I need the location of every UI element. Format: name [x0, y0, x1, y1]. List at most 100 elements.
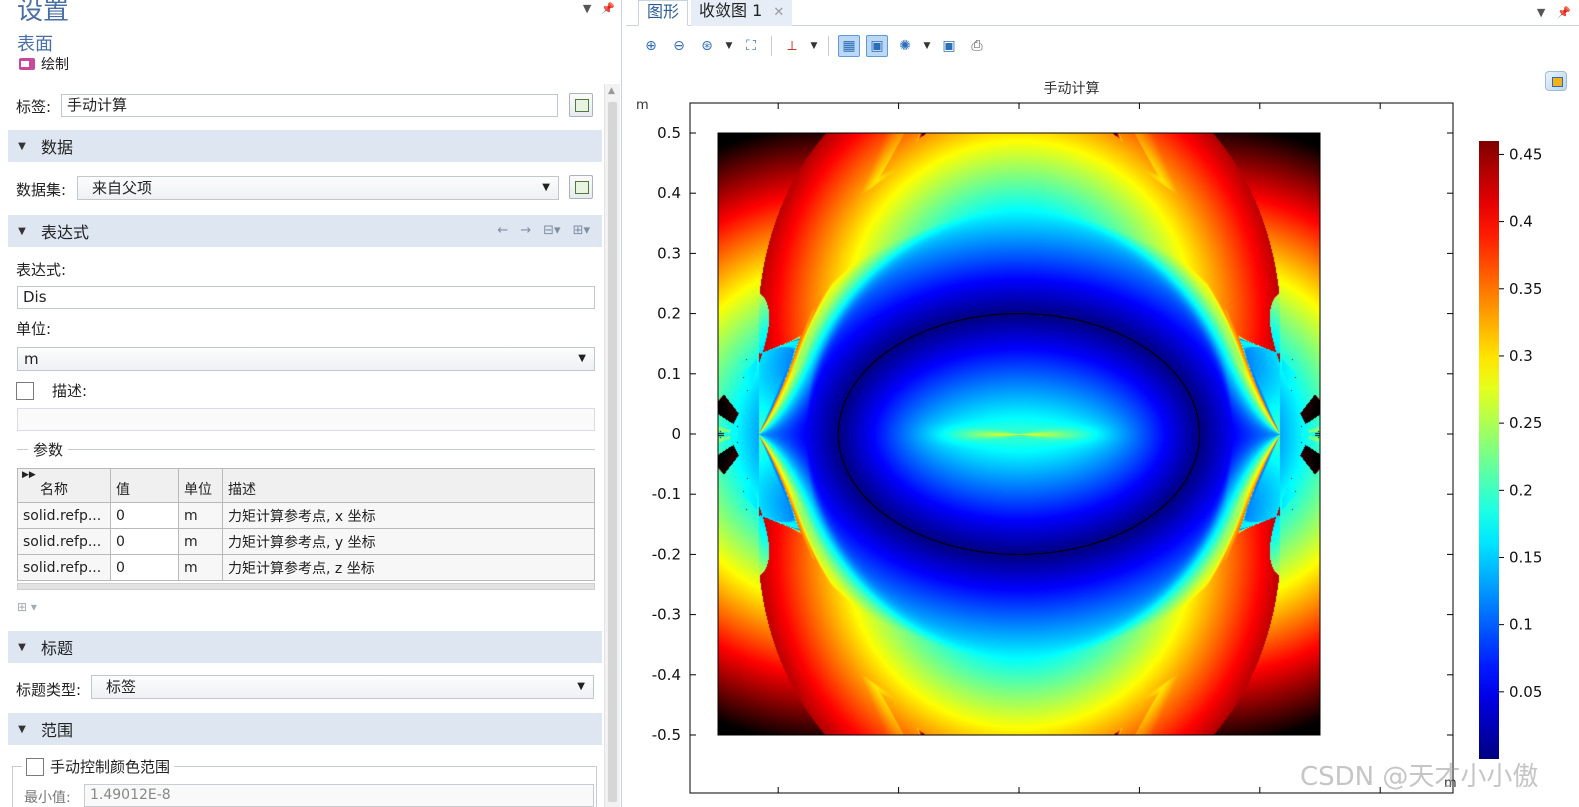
description-row: 描述: [16, 380, 87, 401]
manual-range-row: 手动控制颜色范围 [22, 756, 175, 777]
colorbar-tick-label: 0.3 [1509, 347, 1533, 365]
col-unit[interactable]: 单位 [178, 468, 223, 503]
section-range[interactable]: ▼ 范围 [8, 713, 602, 745]
unit-caption-row: 单位: [16, 318, 51, 339]
title-type-caption: 标题类型: [16, 681, 82, 699]
param-value[interactable]: 0 [110, 502, 179, 529]
param-value[interactable]: 0 [110, 528, 179, 555]
unit-value: m [24, 350, 39, 368]
dataset-row: 数据集: [16, 179, 66, 200]
panel-menu-icon[interactable]: ▼ [583, 2, 591, 15]
toolbar-separator [828, 36, 829, 56]
close-icon[interactable]: ✕ [773, 5, 784, 20]
axis-toggle-icon[interactable]: ▣ [866, 35, 888, 57]
expression-input[interactable]: Dis [17, 286, 595, 309]
graphics-panel: 图形 收敛图 1 ✕ ▼ 📌 ⊕ ⊖ ⊛ ▼ ⛶ ⟂ ▼ ▦ ▣ ✺ ▼ ▣ ⎙… [626, 0, 1579, 807]
scene-light-icon[interactable]: ✺ [894, 35, 916, 57]
param-description: 力矩计算参考点, z 坐标 [222, 554, 595, 581]
y-tick-label: -0.4 [652, 666, 681, 684]
tab-graphics[interactable]: 图形 [638, 0, 689, 26]
section-expression[interactable]: ▼ 表达式 ← → ⊟▾ ⊞▾ [8, 215, 602, 247]
y-tick-label: -0.3 [652, 606, 681, 624]
title-type-row: 标题类型: [16, 679, 81, 700]
colorbar-tick-label: 0.05 [1509, 683, 1542, 701]
comment-button[interactable] [569, 93, 593, 117]
zoom-box-icon[interactable]: ⊛ [696, 35, 718, 57]
table-row[interactable]: solid.refp... 0 m 力矩计算参考点, x 坐标 [17, 502, 595, 529]
colorbar [1479, 141, 1499, 759]
param-name: solid.refp... [17, 528, 111, 555]
print-icon[interactable]: ⎙ [966, 35, 988, 57]
axis-orientation-icon[interactable]: ⟂ [781, 35, 803, 57]
chevron-down-icon[interactable]: ▼ [809, 35, 819, 57]
y-tick-label: -0.5 [652, 726, 681, 744]
pin-icon[interactable]: 📌 [1557, 6, 1571, 19]
param-name: solid.refp... [17, 502, 111, 529]
table-insert-icon[interactable]: ⊞ [17, 600, 27, 614]
tab-convergence[interactable]: 收敛图 1 ✕ [691, 0, 793, 26]
dataset-value: 来自父项 [92, 179, 153, 197]
description-input[interactable] [17, 408, 595, 431]
col-description[interactable]: 描述 [222, 468, 595, 503]
y-tick-label: 0.3 [657, 244, 681, 262]
collapse-icon: ▼ [18, 723, 26, 735]
graphics-tabbar: 图形 收敛图 1 ✕ ▼ 📌 [626, 0, 1579, 26]
scroll-up-icon[interactable]: ▲ [608, 86, 615, 96]
table-row[interactable]: solid.refp... 0 m 力矩计算参考点, y 坐标 [17, 528, 595, 555]
unit-caption: 单位: [16, 320, 52, 338]
section-expression-label: 表达式 [41, 223, 90, 242]
colorbar-tick-label: 0.1 [1509, 616, 1533, 634]
zoom-out-icon[interactable]: ⊖ [668, 35, 690, 57]
expression-tools: ← → ⊟▾ ⊞▾ [497, 223, 590, 238]
arrow-right-icon[interactable]: → [520, 223, 531, 238]
settings-title: 设置 [17, 0, 70, 26]
param-unit: m [178, 554, 223, 581]
table-row[interactable]: solid.refp... 0 m 力矩计算参考点, z 坐标 [17, 554, 595, 581]
watermark: CSDN @天才小小傲 [1300, 762, 1539, 792]
chevron-down-icon[interactable]: ▼ [724, 35, 734, 57]
dataset-caption: 数据集: [16, 181, 67, 199]
param-name: solid.refp... [17, 554, 111, 581]
table-tools[interactable]: ⊞ ▾ [17, 600, 37, 614]
y-tick-label: -0.1 [652, 485, 681, 503]
goto-source-button[interactable] [569, 175, 593, 199]
expression-caption: 表达式: [16, 261, 67, 279]
panel-menu-icon[interactable]: ▼ [1537, 6, 1545, 19]
label-input[interactable]: 手动计算 [61, 94, 558, 117]
settings-header-icons: ▼ 📌 [583, 2, 615, 15]
graphics-toolbar: ⊕ ⊖ ⊛ ▼ ⛶ ⟂ ▼ ▦ ▣ ✺ ▼ ▣ ⎙ [640, 33, 988, 59]
table-hscrollbar[interactable] [17, 583, 595, 590]
y-tick-label: -0.2 [652, 545, 681, 563]
arrow-left-icon[interactable]: ← [497, 223, 508, 238]
param-value[interactable]: 0 [110, 554, 179, 581]
zoom-extents-icon[interactable]: ⛶ [740, 35, 762, 57]
expand-columns-icon[interactable]: ▶▶ [22, 470, 36, 480]
colorbar-tick-label: 0.25 [1509, 414, 1542, 432]
col-name[interactable]: ▶▶ 名称 [17, 468, 111, 503]
chevron-down-icon[interactable]: ▼ [922, 35, 932, 57]
dataset-select[interactable]: 来自父项 ▼ [77, 176, 559, 200]
replace-expression-icon[interactable]: ⊟▾ [543, 223, 560, 238]
surface-plot[interactable]: 手动计算mm-0.5-0.4-0.3-0.2-0.100.10.20.30.40… [626, 60, 1579, 807]
grid-toggle-icon[interactable]: ▦ [838, 35, 860, 57]
manual-range-checkbox[interactable] [26, 757, 44, 776]
section-title[interactable]: ▼ 标题 [8, 631, 602, 663]
settings-scrollbar[interactable]: ▲ [604, 84, 620, 807]
pin-icon[interactable]: 📌 [601, 2, 615, 15]
insert-expression-icon[interactable]: ⊞▾ [573, 223, 590, 238]
unit-select[interactable]: m ▼ [17, 347, 595, 371]
zoom-in-icon[interactable]: ⊕ [640, 35, 662, 57]
description-checkbox[interactable] [16, 381, 34, 400]
section-data[interactable]: ▼ 数据 [8, 130, 602, 162]
y-tick-label: 0.4 [657, 184, 681, 202]
min-caption: 最小值: [24, 790, 71, 806]
plot-title: 手动计算 [1044, 81, 1100, 97]
image-snapshot-icon[interactable]: ▣ [938, 35, 960, 57]
plot-button[interactable]: 绘制 [19, 54, 69, 74]
scrollbar-thumb[interactable] [608, 102, 617, 802]
min-input[interactable]: 1.49012E-8 [84, 784, 594, 807]
manual-range-caption: 手动控制颜色范围 [50, 758, 171, 776]
title-type-select[interactable]: 标签 ▼ [91, 675, 594, 699]
col-value[interactable]: 值 [110, 468, 179, 503]
y-tick-label: 0.1 [657, 365, 681, 383]
